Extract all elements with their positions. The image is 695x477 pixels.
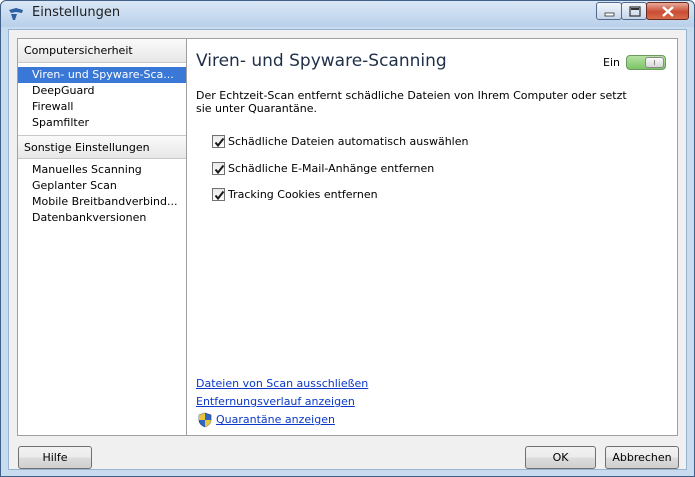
sidebar-item-virus-scanning[interactable]: Viren- und Spyware-Sca... [18, 67, 186, 83]
description-text: Der Echtzeit-Scan entfernt schädliche Da… [196, 89, 627, 115]
checkmark-icon [214, 164, 225, 175]
checkbox-label[interactable]: Schädliche Dateien automatisch auswählen [228, 135, 468, 148]
checkmark-icon [214, 137, 225, 148]
minimize-button[interactable] [596, 2, 622, 20]
tracking-cookies-checkbox[interactable] [212, 188, 225, 201]
email-attachments-checkbox[interactable] [212, 162, 225, 175]
ok-button[interactable]: OK [525, 446, 596, 469]
title-bar[interactable]: Einstellungen [1, 1, 694, 27]
fsecure-logo-icon [9, 8, 23, 20]
quarantine-link[interactable]: Quarantäne anzeigen [216, 413, 335, 426]
cancel-button[interactable]: Abbrechen [605, 446, 679, 469]
sidebar-group-header-computersicherheit[interactable]: Computersicherheit [18, 39, 186, 63]
sidebar-item-scheduled-scan[interactable]: Geplanter Scan [18, 178, 186, 194]
settings-window: Einstellungen Computersicherheit Viren- … [0, 0, 695, 477]
maximize-icon [629, 6, 641, 17]
settings-panel: Computersicherheit Viren- und Spyware-Sc… [17, 38, 678, 436]
sidebar-item-deepguard[interactable]: DeepGuard [18, 83, 186, 99]
close-icon [662, 6, 674, 17]
sidebar: Computersicherheit Viren- und Spyware-Sc… [18, 39, 187, 435]
help-button[interactable]: Hilfe [18, 446, 92, 469]
close-button[interactable] [646, 2, 689, 20]
minimize-icon [604, 12, 615, 17]
sidebar-item-manual-scanning[interactable]: Manuelles Scanning [18, 162, 186, 178]
dialog-client-area: Computersicherheit Viren- und Spyware-Sc… [8, 29, 687, 470]
sidebar-item-spamfilter[interactable]: Spamfilter [18, 115, 186, 131]
checkbox-label[interactable]: Tracking Cookies entfernen [228, 188, 378, 201]
page-title: Viren- und Spyware-Scanning [196, 51, 447, 71]
auto-select-checkbox[interactable] [212, 135, 225, 148]
toggle-knob[interactable] [645, 57, 664, 68]
scanning-toggle[interactable] [626, 55, 666, 70]
sidebar-item-database-versions[interactable]: Datenbankversionen [18, 210, 186, 226]
sidebar-item-mobile-broadband[interactable]: Mobile Breitbandverbind... [18, 194, 186, 210]
sidebar-item-firewall[interactable]: Firewall [18, 99, 186, 115]
sidebar-group-header-sonstige[interactable]: Sonstige Einstellungen [18, 135, 186, 159]
exclude-files-link[interactable]: Dateien von Scan ausschließen [196, 377, 368, 390]
removal-history-link[interactable]: Entfernungsverlauf anzeigen [196, 395, 355, 408]
toggle-label: Ein [603, 56, 620, 69]
uac-shield-icon [198, 412, 212, 428]
checkbox-label[interactable]: Schädliche E-Mail-Anhänge entfernen [228, 162, 434, 175]
checkmark-icon [214, 190, 225, 201]
window-title: Einstellungen [32, 5, 121, 20]
main-content: Viren- und Spyware-Scanning Ein Der Echt… [187, 39, 677, 435]
maximize-button[interactable] [621, 2, 647, 20]
